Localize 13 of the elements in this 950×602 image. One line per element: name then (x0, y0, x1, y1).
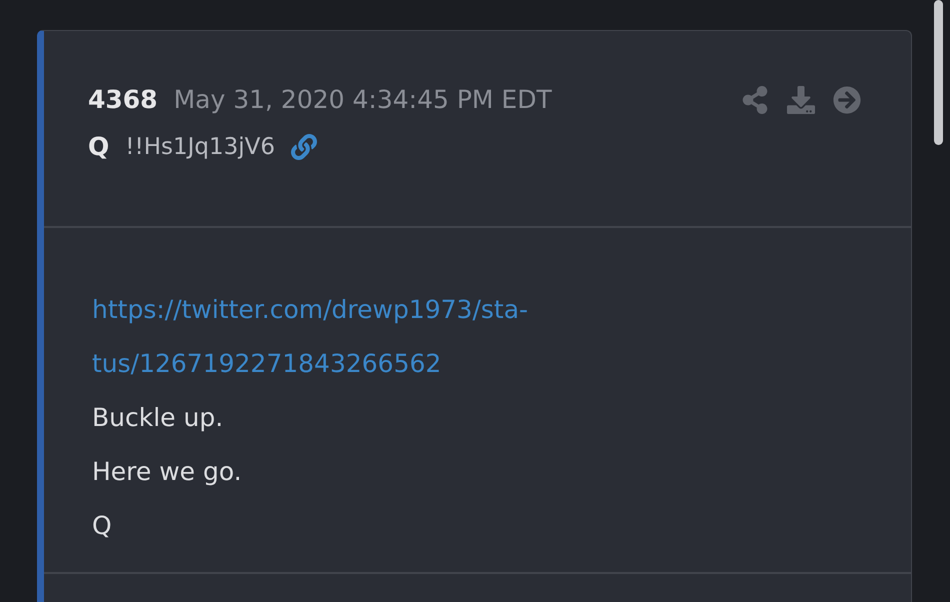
download-icon[interactable] (787, 86, 815, 114)
post-number: 4368 (88, 85, 158, 114)
post-text-line: Q (92, 510, 113, 542)
post-text-line: Buckle up. (92, 402, 224, 434)
post-timestamp: May 31, 2020 4:34:45 PM EDT (174, 85, 552, 114)
tripcode: !!Hs1Jq13jV6 (125, 134, 276, 160)
post-text-line: Here we go. (92, 456, 243, 488)
link-icon[interactable] (291, 134, 318, 160)
author-name: Q (88, 132, 110, 161)
post-link[interactable]: tus/1267192271843266562 (92, 337, 867, 391)
scrollbar[interactable] (934, 0, 943, 145)
post-link[interactable]: https://twitter.com/drewp1973/sta- (92, 283, 867, 337)
share-icon[interactable] (741, 86, 769, 114)
